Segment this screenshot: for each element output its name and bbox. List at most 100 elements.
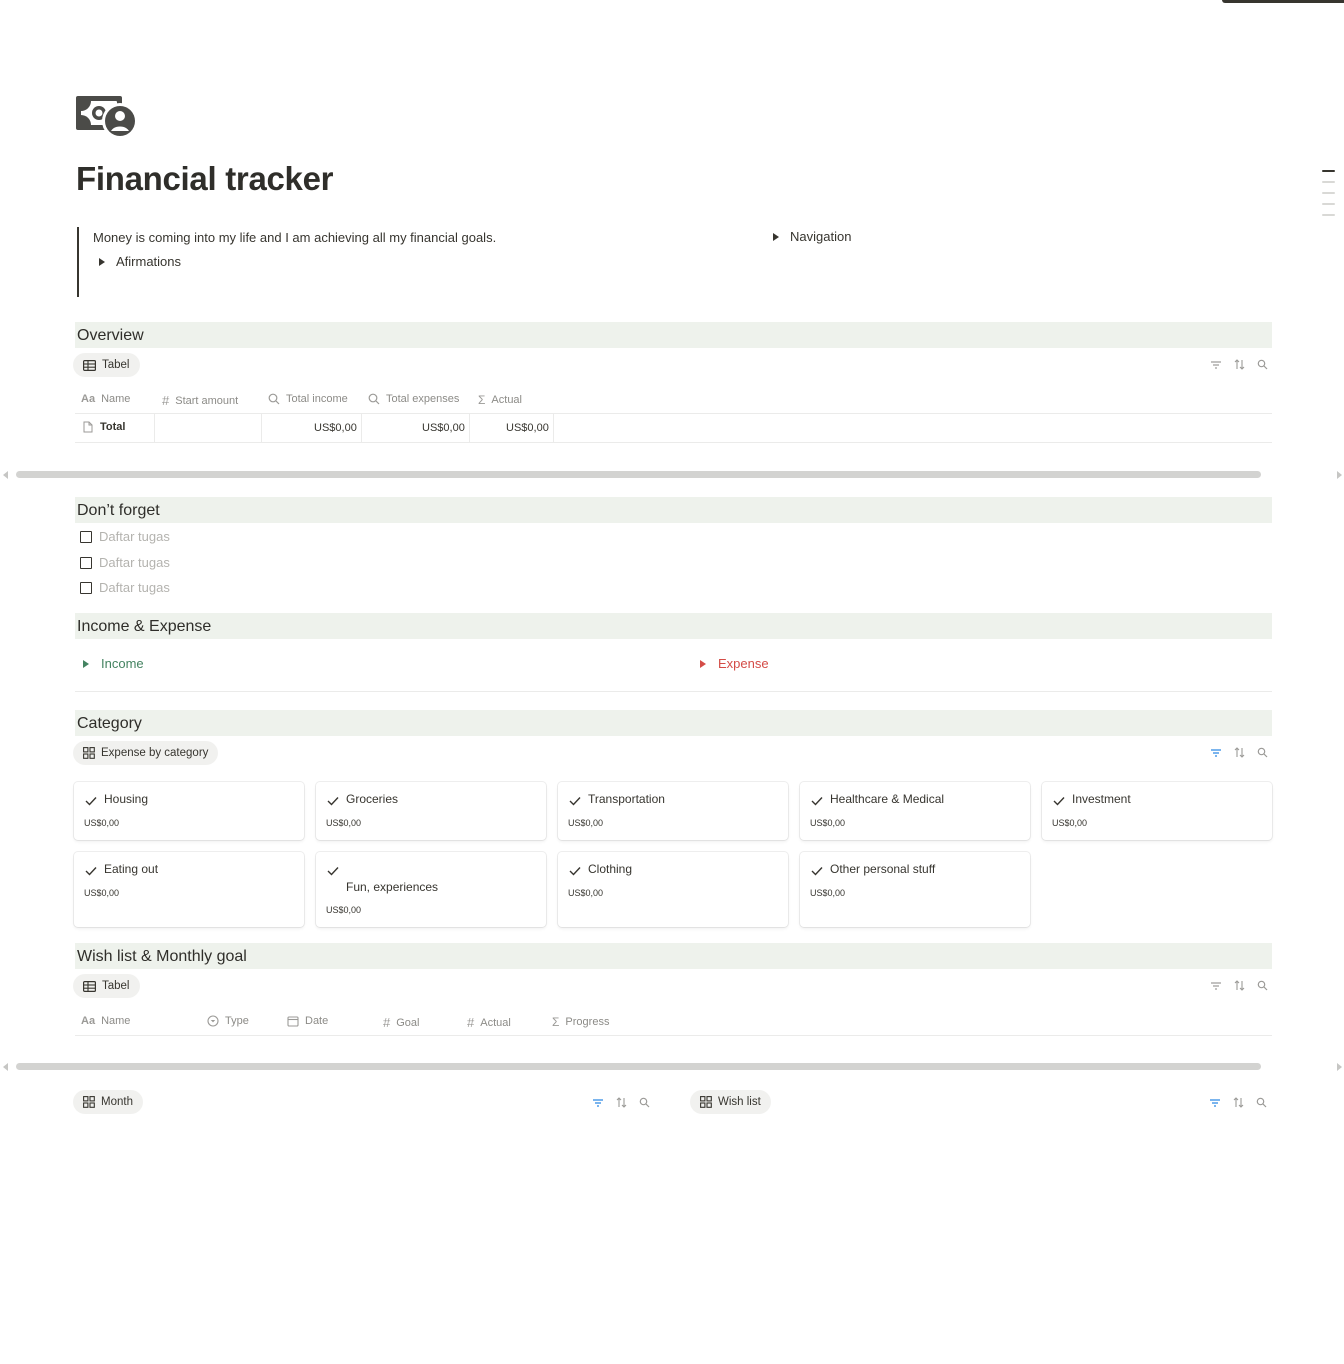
- category-card-fun[interactable]: Fun, experiences US$0,00: [316, 852, 546, 927]
- row-name-cell[interactable]: Total: [83, 421, 125, 433]
- toggle-arrow-icon[interactable]: [700, 659, 706, 668]
- view-tools: [1210, 980, 1268, 991]
- affirmations-label: Afirmations: [116, 254, 182, 269]
- toc-line[interactable]: [1322, 170, 1335, 172]
- view-tab-wish-list[interactable]: Wish list: [690, 1090, 771, 1114]
- checkbox[interactable]: [80, 556, 92, 569]
- filter-icon[interactable]: [1210, 748, 1222, 758]
- scroll-left-icon[interactable]: [3, 1063, 8, 1071]
- sort-icon[interactable]: [1234, 980, 1245, 991]
- column-header-date[interactable]: Date: [287, 1015, 328, 1027]
- column-header-name[interactable]: Aa Name: [81, 1015, 130, 1027]
- table-divider: [75, 413, 1272, 414]
- search-icon[interactable]: [1257, 359, 1268, 370]
- scroll-right-icon[interactable]: [1337, 471, 1342, 479]
- search-icon[interactable]: [1257, 747, 1268, 758]
- sort-icon[interactable]: [616, 1097, 627, 1108]
- text-property-icon: Aa: [81, 393, 96, 405]
- todo-item[interactable]: Daftar tugas: [80, 580, 170, 595]
- table-divider: [75, 1035, 1272, 1036]
- todo-item[interactable]: Daftar tugas: [80, 529, 170, 544]
- horizontal-scrollbar[interactable]: [16, 471, 1261, 478]
- navigation-label: Navigation: [790, 229, 852, 244]
- column-header-name[interactable]: Aa Name: [81, 393, 130, 405]
- filter-icon[interactable]: [1210, 360, 1222, 370]
- divider: [75, 691, 1272, 692]
- todo-item[interactable]: Daftar tugas: [80, 555, 170, 570]
- toc-line[interactable]: [1322, 203, 1335, 205]
- number-property-icon: #: [383, 1015, 391, 1030]
- sort-icon[interactable]: [1234, 747, 1245, 758]
- category-card-eating-out[interactable]: Eating out US$0,00: [74, 852, 304, 927]
- category-card-transportation[interactable]: Transportation US$0,00: [558, 782, 788, 840]
- check-icon: [569, 793, 581, 811]
- column-header-actual[interactable]: Σ Actual: [478, 393, 522, 407]
- column-header-actual[interactable]: # Actual: [467, 1015, 511, 1030]
- category-card-investment[interactable]: Investment US$0,00: [1042, 782, 1272, 840]
- filter-icon[interactable]: [592, 1098, 604, 1108]
- total-income-cell[interactable]: US$0,00: [314, 422, 357, 434]
- scroll-left-icon[interactable]: [3, 471, 8, 479]
- view-tab-label: Tabel: [102, 980, 130, 992]
- sort-icon[interactable]: [1234, 359, 1245, 370]
- toc-line[interactable]: [1322, 214, 1335, 216]
- view-tools: [1210, 359, 1268, 370]
- view-tab-label: Tabel: [102, 359, 130, 371]
- column-header-start-amount[interactable]: # Start amount: [162, 393, 238, 408]
- toc-line[interactable]: [1322, 181, 1335, 183]
- column-header-total-expenses[interactable]: Total expenses: [368, 393, 459, 405]
- table-of-contents-rail[interactable]: [1322, 170, 1336, 225]
- view-tab-table[interactable]: Tabel: [73, 974, 140, 998]
- cell-divider: [553, 413, 554, 442]
- check-icon: [811, 863, 823, 881]
- column-header-progress[interactable]: Σ Progress: [552, 1015, 609, 1029]
- horizontal-scrollbar[interactable]: [16, 1063, 1261, 1070]
- category-card-clothing[interactable]: Clothing US$0,00: [558, 852, 788, 927]
- category-card-housing[interactable]: Housing US$0,00: [74, 782, 304, 840]
- view-tab-label: Wish list: [718, 1096, 761, 1108]
- category-card-other-personal[interactable]: Other personal stuff US$0,00: [800, 852, 1030, 927]
- table-icon: [83, 359, 96, 371]
- check-icon: [569, 863, 581, 881]
- category-card-healthcare[interactable]: Healthcare & Medical US$0,00: [800, 782, 1030, 840]
- total-expenses-cell[interactable]: US$0,00: [422, 422, 465, 434]
- section-header-overview: Overview: [75, 322, 1272, 348]
- check-icon: [327, 793, 339, 811]
- column-header-type[interactable]: Type: [207, 1015, 249, 1027]
- column-header-goal[interactable]: # Goal: [383, 1015, 419, 1030]
- check-icon: [85, 863, 97, 881]
- filter-icon[interactable]: [1209, 1098, 1221, 1108]
- search-icon[interactable]: [1257, 980, 1268, 991]
- toggle-arrow-icon[interactable]: [773, 232, 779, 241]
- income-toggle[interactable]: Income: [83, 656, 144, 671]
- gallery-icon: [700, 1096, 712, 1108]
- scroll-right-icon[interactable]: [1337, 1063, 1342, 1071]
- cell-divider: [154, 413, 155, 442]
- calendar-icon: [287, 1015, 299, 1027]
- money-bill-user-icon[interactable]: [76, 94, 140, 142]
- toc-line[interactable]: [1322, 192, 1335, 194]
- filter-icon[interactable]: [1210, 981, 1222, 991]
- view-tab-table[interactable]: Tabel: [73, 353, 140, 377]
- cell-divider: [261, 413, 262, 442]
- toggle-arrow-icon[interactable]: [83, 659, 89, 668]
- affirmations-toggle[interactable]: Afirmations: [99, 254, 496, 269]
- formula-sigma-icon: Σ: [552, 1015, 560, 1029]
- navigation-toggle[interactable]: Navigation: [773, 229, 851, 244]
- search-icon[interactable]: [639, 1097, 650, 1108]
- rollup-search-icon: [268, 393, 280, 405]
- actual-cell[interactable]: US$0,00: [506, 422, 549, 434]
- select-property-icon: [207, 1015, 219, 1027]
- toggle-arrow-icon[interactable]: [99, 257, 105, 266]
- checkbox[interactable]: [80, 530, 92, 543]
- search-icon[interactable]: [1256, 1097, 1267, 1108]
- text-property-icon: Aa: [81, 1015, 96, 1027]
- page-title: Financial tracker: [76, 160, 334, 197]
- column-header-total-income[interactable]: Total income: [268, 393, 348, 405]
- expense-toggle[interactable]: Expense: [700, 656, 769, 671]
- category-card-groceries[interactable]: Groceries US$0,00: [316, 782, 546, 840]
- view-tab-expense-by-category[interactable]: Expense by category: [73, 741, 219, 765]
- sort-icon[interactable]: [1233, 1097, 1244, 1108]
- checkbox[interactable]: [80, 581, 92, 594]
- view-tab-month[interactable]: Month: [73, 1090, 143, 1114]
